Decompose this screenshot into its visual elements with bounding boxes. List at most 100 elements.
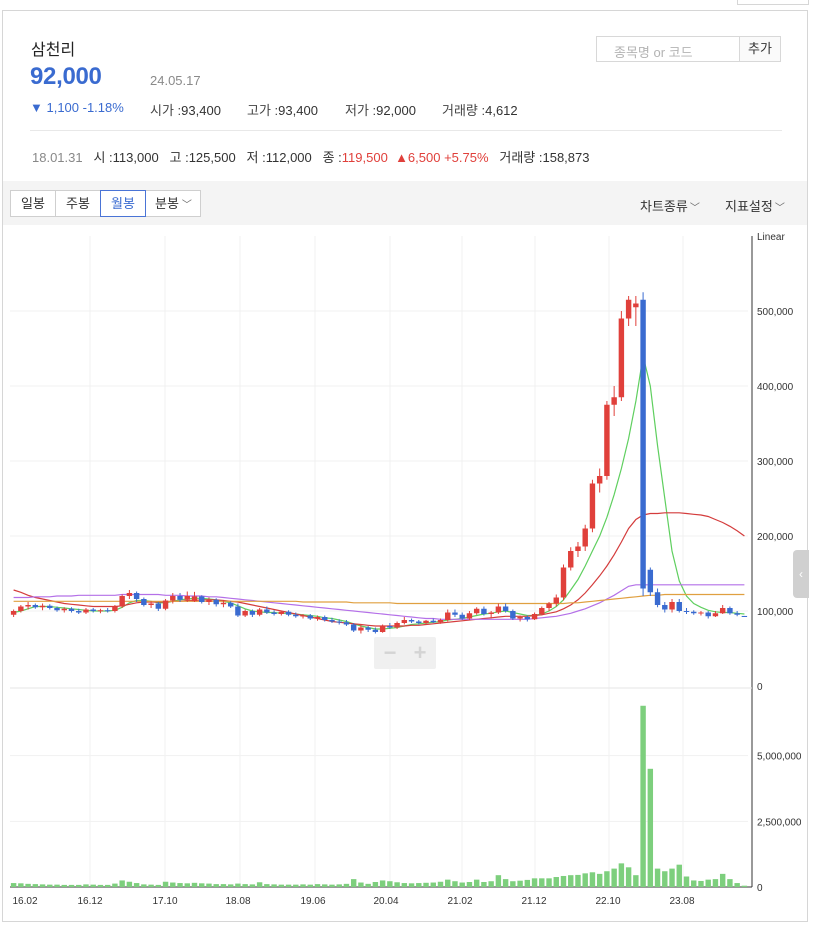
candle-body (394, 623, 400, 628)
candle-body (654, 592, 661, 605)
volume-bar (184, 883, 190, 887)
candle-body (698, 612, 704, 614)
volume-bar (104, 884, 111, 887)
volume-bar (314, 884, 321, 887)
volume-bar (582, 873, 588, 887)
candle-body (582, 528, 588, 547)
volume-bar (365, 883, 371, 887)
volume-bar (669, 868, 675, 887)
volume-bar (119, 880, 125, 887)
candle-body (97, 610, 104, 612)
volume-bar (647, 768, 654, 887)
tab-monthly[interactable]: 월봉 (100, 190, 146, 217)
volume-bar (18, 883, 24, 887)
volume-bar (705, 879, 711, 887)
volume-bar (401, 883, 408, 887)
volume-bar (300, 884, 306, 887)
volume-bar (307, 884, 313, 887)
candle-body (524, 617, 531, 620)
volume-bar (358, 882, 364, 887)
volume-bar (531, 878, 538, 887)
volume-bar (336, 884, 342, 887)
volume-bar (734, 883, 740, 887)
candle-body (39, 605, 46, 608)
candle-body (633, 303, 639, 308)
candle-body (206, 599, 212, 602)
volume-bar (199, 883, 205, 887)
candle-body (148, 603, 154, 605)
volume-bar (133, 883, 140, 887)
candle-body (604, 404, 610, 476)
price-tick-label: 300,000 (757, 457, 794, 468)
volume-bar (553, 877, 559, 887)
volume-bar (97, 884, 104, 887)
candle-body (647, 569, 654, 593)
candle-body (560, 567, 567, 598)
candle-body (68, 608, 75, 611)
candle-body (705, 612, 711, 617)
candle-body (249, 611, 256, 615)
x-tick-label: 19.06 (300, 896, 325, 907)
volume-bar (148, 884, 154, 887)
volume-bar (524, 879, 531, 887)
candle-body (401, 620, 408, 623)
x-tick-label: 20.04 (373, 896, 398, 907)
volume-bar (322, 884, 328, 887)
volume-tick-label: 5,000,000 (757, 752, 802, 763)
candle-body (372, 629, 379, 632)
x-tick-label: 23.08 (669, 896, 694, 907)
candle-body (481, 608, 487, 614)
x-tick-label: 22.10 (595, 896, 620, 907)
volume-bar (112, 883, 118, 887)
candle-body (235, 606, 241, 616)
candle-body (445, 612, 451, 620)
price-tick-label: 100,000 (757, 607, 794, 618)
price-volume-chart: Linear 500,000 400,000 300,000 200,000 100,00… (10, 232, 802, 907)
volume-bar (604, 871, 610, 887)
candle-body (191, 596, 198, 602)
price-tick-label: 500,000 (757, 307, 794, 318)
volume-bar (625, 867, 632, 887)
candle-body (546, 603, 552, 608)
volume-bar (170, 882, 176, 887)
candle-body (358, 627, 364, 631)
candle-body (112, 606, 118, 611)
candle-body (589, 483, 596, 529)
candle-body (662, 605, 668, 610)
candle-body (669, 602, 675, 610)
candle-body (32, 605, 39, 608)
candle-body (329, 620, 335, 622)
volume-bar (126, 881, 133, 887)
volume-bar (278, 884, 285, 887)
volume-bar (589, 872, 596, 887)
candle-body (416, 621, 422, 623)
zoom-controls: − + (374, 637, 436, 669)
volume-bar (408, 883, 415, 887)
volume-bar (546, 878, 552, 887)
candle-body (379, 626, 386, 632)
candle-body (719, 608, 726, 614)
candle-body (307, 615, 313, 619)
candle-body (575, 546, 581, 551)
volume-bar (213, 884, 219, 887)
candle-body (162, 600, 169, 609)
volume-bar (611, 868, 617, 887)
candle-body (502, 606, 509, 611)
volume-bar (481, 882, 487, 887)
volume-bar (155, 884, 162, 887)
volume-bar (227, 884, 234, 887)
volume-bar (640, 705, 646, 887)
candle-body (199, 596, 205, 602)
side-panel-toggle[interactable]: ‹ (793, 550, 809, 598)
price-tick-label: 0 (757, 682, 763, 693)
volume-bar (488, 881, 494, 887)
volume-bar (473, 879, 480, 887)
candle-body (213, 599, 219, 605)
moving-average-line (13, 512, 745, 627)
candle-body (10, 611, 17, 615)
candle-body (676, 602, 682, 611)
x-tick-label: 17.10 (152, 896, 177, 907)
volume-bar (32, 884, 39, 887)
zoom-out-icon[interactable]: − (375, 640, 405, 666)
zoom-in-icon[interactable]: + (405, 640, 435, 666)
